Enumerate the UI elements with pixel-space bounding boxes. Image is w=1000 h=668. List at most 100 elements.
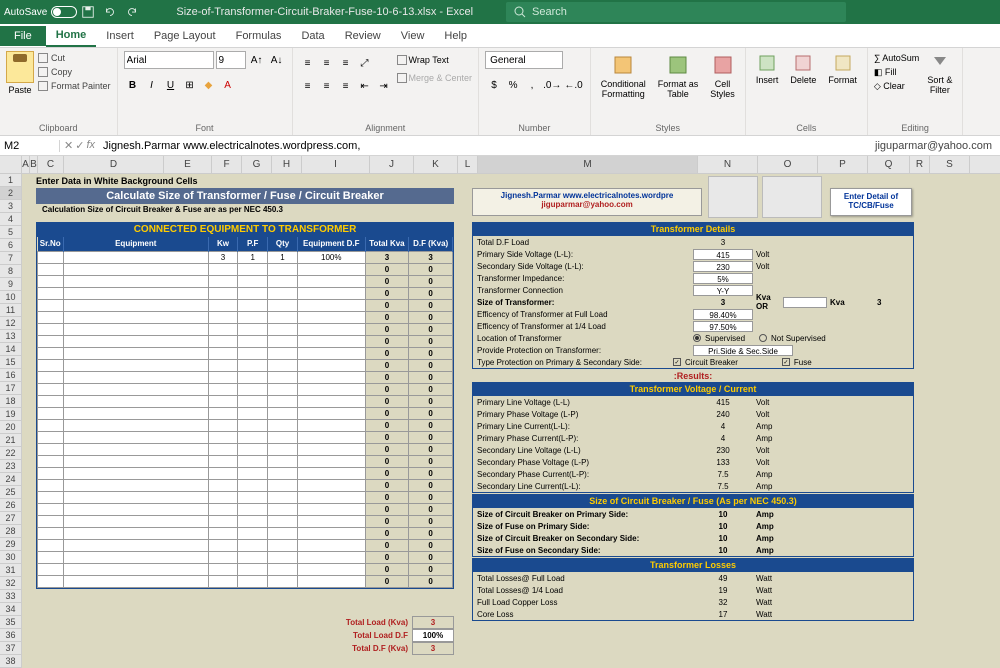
table-cell[interactable] [63,527,208,539]
table-cell[interactable] [208,299,238,311]
table-cell[interactable] [63,575,208,587]
table-cell[interactable] [208,563,238,575]
table-cell[interactable] [63,371,208,383]
table-cell[interactable] [268,431,298,443]
table-cell[interactable]: 1 [268,251,298,263]
table-cell[interactable] [63,383,208,395]
redo-icon[interactable] [125,5,139,19]
row-header[interactable]: 4 [0,213,22,226]
row-header[interactable]: 2 [0,187,22,200]
table-cell[interactable] [63,299,208,311]
tab-data[interactable]: Data [291,26,334,46]
tab-help[interactable]: Help [434,26,477,46]
table-cell[interactable] [38,335,64,347]
detail-extra-input[interactable] [783,297,827,308]
table-cell[interactable] [297,491,365,503]
row-header[interactable]: 19 [0,408,22,421]
row-header[interactable]: 32 [0,577,22,590]
sort-filter-button[interactable]: Sort & Filter [923,51,956,97]
number-format-select[interactable] [485,51,563,69]
table-cell[interactable] [38,455,64,467]
table-cell[interactable] [38,383,64,395]
table-cell[interactable] [208,551,238,563]
insert-cells-button[interactable]: Insert [752,51,783,87]
save-icon[interactable] [81,5,95,19]
table-cell[interactable] [208,503,238,515]
row-header[interactable]: 26 [0,499,22,512]
table-cell[interactable] [208,263,238,275]
align-middle-button[interactable]: ≡ [318,54,336,72]
table-cell[interactable] [63,275,208,287]
fill-button[interactable]: ◧ Fill [874,65,919,79]
table-cell[interactable] [268,263,298,275]
table-cell[interactable]: 100% [297,251,365,263]
orientation-button[interactable]: ⤢ [356,54,374,72]
table-cell[interactable] [63,347,208,359]
table-cell[interactable] [38,311,64,323]
tab-review[interactable]: Review [335,26,391,46]
tab-home[interactable]: Home [46,25,97,47]
table-cell[interactable] [238,503,268,515]
col-header[interactable]: Q [868,156,910,173]
row-header[interactable]: 6 [0,239,22,252]
table-cell[interactable] [268,503,298,515]
tab-view[interactable]: View [391,26,435,46]
formula-input[interactable]: Jignesh.Parmar www.electricalnotes.wordp… [99,140,867,152]
autosum-button[interactable]: ∑ AutoSum [874,51,919,65]
undo-icon[interactable] [103,5,117,19]
table-cell[interactable] [208,491,238,503]
row-header[interactable]: 30 [0,551,22,564]
row-header[interactable]: 22 [0,447,22,460]
detail-value[interactable]: 98.40% [693,309,753,320]
row-header[interactable]: 28 [0,525,22,538]
row-header[interactable]: 33 [0,590,22,603]
row-header[interactable]: 17 [0,382,22,395]
supervised-radio[interactable] [693,334,701,342]
table-cell[interactable] [38,467,64,479]
font-size-select[interactable] [216,51,246,69]
table-cell[interactable] [297,383,365,395]
table-cell[interactable] [268,443,298,455]
table-cell[interactable] [63,395,208,407]
table-cell[interactable] [208,467,238,479]
row-header[interactable]: 34 [0,603,22,616]
table-cell[interactable] [238,515,268,527]
col-header[interactable]: R [910,156,930,173]
table-cell[interactable] [268,455,298,467]
tab-insert[interactable]: Insert [96,26,144,46]
wrap-text-button[interactable]: Wrap Text [397,51,473,69]
enter-detail-button[interactable]: Enter Detail of TC/CB/Fuse [830,188,912,216]
worksheet[interactable]: 1234567891011121314151617181920212223242… [0,174,1000,668]
table-cell[interactable] [208,407,238,419]
table-cell[interactable] [38,287,64,299]
table-cell[interactable] [238,263,268,275]
table-cell[interactable] [38,347,64,359]
col-header[interactable]: B [30,156,38,173]
table-cell[interactable] [38,503,64,515]
table-cell[interactable] [238,539,268,551]
row-header[interactable]: 11 [0,304,22,317]
table-cell[interactable] [238,479,268,491]
table-cell[interactable] [63,503,208,515]
table-cell[interactable] [38,275,64,287]
row-header[interactable]: 18 [0,395,22,408]
row-header[interactable]: 5 [0,226,22,239]
table-cell[interactable] [297,503,365,515]
table-cell[interactable] [38,527,64,539]
table-cell[interactable] [238,467,268,479]
decrease-indent-button[interactable]: ⇤ [356,77,374,95]
table-cell[interactable] [38,251,64,263]
align-right-button[interactable]: ≡ [337,77,355,95]
format-as-table-button[interactable]: Format as Table [654,51,703,101]
align-top-button[interactable]: ≡ [299,54,317,72]
table-cell[interactable] [238,347,268,359]
table-cell[interactable] [208,515,238,527]
detail-value[interactable]: Y-Y [693,285,753,296]
table-cell[interactable] [297,311,365,323]
tab-formulas[interactable]: Formulas [226,26,292,46]
accounting-button[interactable]: $ [485,76,503,94]
border-button[interactable]: ⊞ [181,76,199,94]
row-header[interactable]: 38 [0,655,22,668]
delete-cells-button[interactable]: Delete [786,51,820,87]
cell-styles-button[interactable]: Cell Styles [706,51,739,101]
